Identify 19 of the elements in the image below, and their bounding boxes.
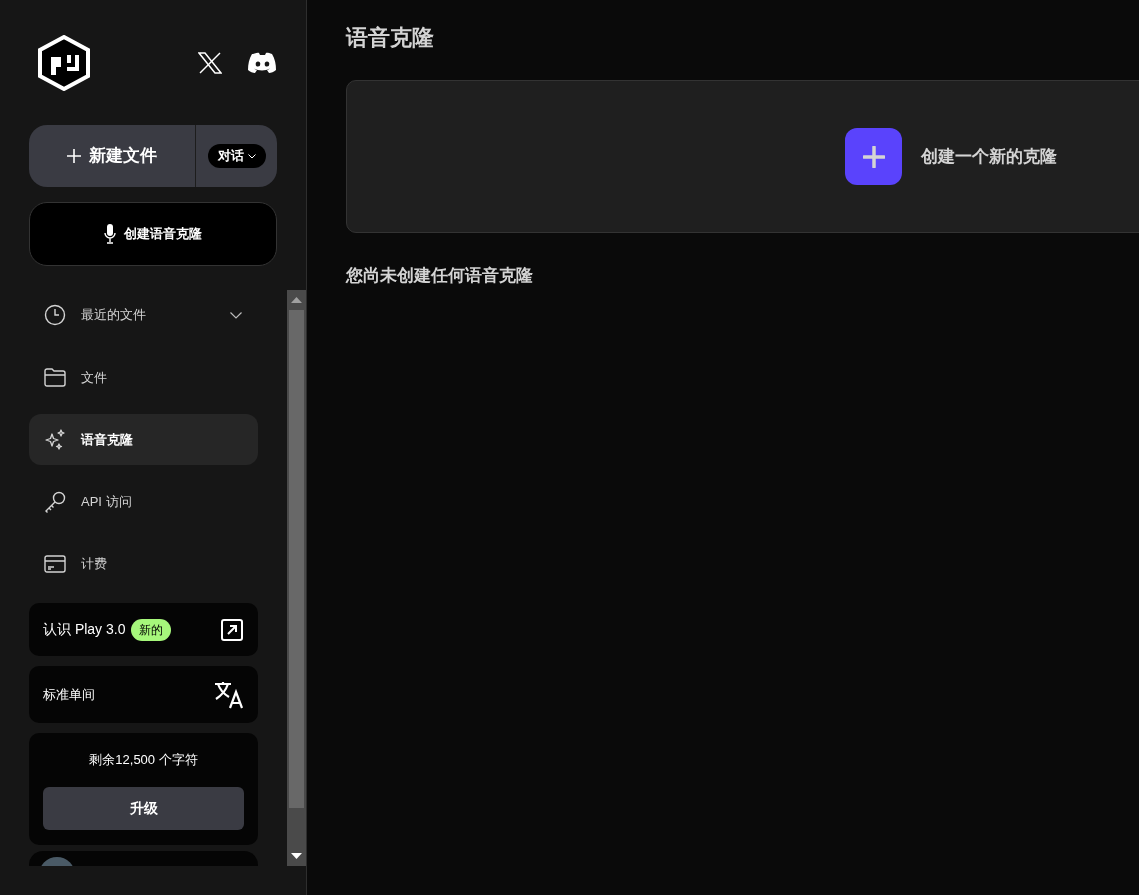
create-voice-clone-button[interactable]: 创建语音克隆: [29, 202, 277, 266]
nav-item[interactable]: 计费: [29, 538, 258, 589]
create-clone-card[interactable]: 创建一个新的克隆: [346, 80, 1139, 233]
language-card[interactable]: 标准单间: [29, 666, 258, 723]
promo-text: 认识 Play 3.0: [43, 620, 126, 639]
new-badge: 新的: [131, 618, 172, 641]
recent-files-item[interactable]: 最近的文件: [29, 290, 258, 340]
new-file-button[interactable]: 新建文件: [29, 125, 196, 187]
promo-card[interactable]: 认识 Play 3.0 新的: [29, 603, 258, 656]
quota-text: 剩余12,500 个字符: [89, 751, 198, 769]
nav-item[interactable]: 语音克隆: [29, 414, 258, 465]
empty-message: 您尚未创建任何语音克隆: [346, 265, 534, 287]
language-label: 标准单间: [43, 685, 95, 704]
page-title: 语音克隆: [346, 24, 435, 52]
create-clone-label: 创建一个新的克隆: [921, 145, 1057, 168]
nav-item[interactable]: API 访问: [29, 476, 258, 527]
mode-dropdown[interactable]: 对话: [207, 144, 266, 168]
nav-item[interactable]: 文件: [29, 352, 258, 403]
upgrade-button[interactable]: 升级: [43, 786, 244, 830]
